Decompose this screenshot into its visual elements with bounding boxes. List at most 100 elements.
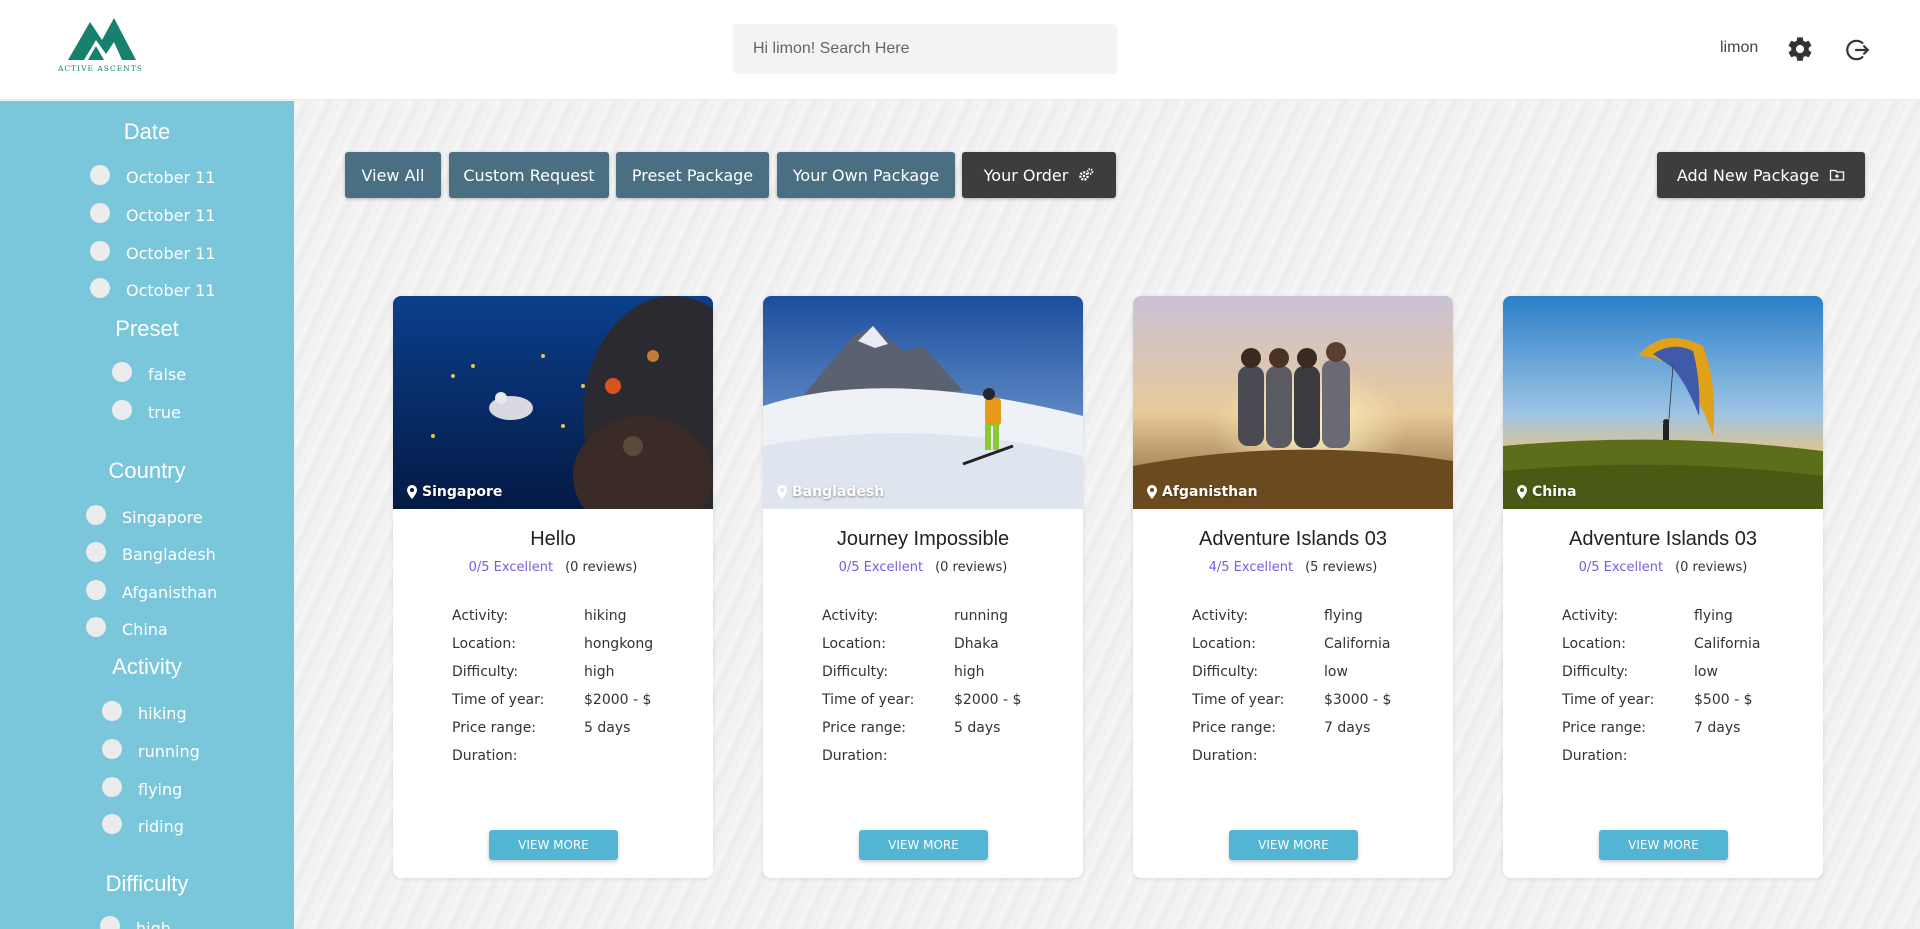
detail-value: $3000 - $	[1324, 692, 1392, 708]
detail-value: California	[1694, 636, 1761, 652]
radio-button[interactable]	[86, 541, 106, 562]
filter-option-date[interactable]: October 11	[90, 277, 215, 300]
folder-plus-icon	[1830, 169, 1845, 181]
filter-option-country[interactable]: China	[86, 616, 168, 639]
card-location: Singapore	[407, 484, 502, 500]
review-count: (0 reviews)	[565, 560, 638, 575]
radio-button[interactable]	[112, 399, 132, 420]
detail-label: Duration:	[452, 748, 518, 764]
rating-score: 0/5 Excellent	[1578, 560, 1664, 575]
detail-value: running	[954, 608, 1009, 624]
radio-button[interactable]	[86, 579, 106, 600]
logout-icon[interactable]	[1844, 37, 1870, 63]
radio-button[interactable]	[86, 616, 106, 637]
detail-value: 7 days	[1694, 720, 1741, 736]
filter-option-activity[interactable]: running	[102, 738, 200, 761]
detail-label: Location:	[1562, 636, 1626, 652]
add-new-package-button[interactable]: Add New Package	[1657, 152, 1865, 198]
radio-button[interactable]	[102, 776, 122, 797]
top-header: ACTIVE ASCENTS limon	[0, 0, 1920, 100]
logo-text: ACTIVE ASCENTS	[58, 64, 143, 73]
rating-score: 4/5 Excellent	[1208, 560, 1294, 575]
gears-icon	[1079, 168, 1094, 181]
detail-label: Duration:	[822, 748, 888, 764]
view-more-button[interactable]: VIEW MORE	[859, 830, 988, 860]
your-own-package-button[interactable]: Your Own Package	[777, 152, 955, 198]
detail-value: 7 days	[1324, 720, 1371, 736]
paragliding-image	[1503, 296, 1823, 509]
detail-label: Time of year:	[452, 692, 545, 708]
detail-value: flying	[1694, 608, 1733, 624]
detail-value: hongkong	[584, 636, 654, 652]
detail-value: hiking	[584, 608, 627, 624]
radio-button[interactable]	[102, 813, 122, 834]
detail-label: Duration:	[1192, 748, 1258, 764]
package-card: China Adventure Islands 03 0/5 Excellent…	[1503, 296, 1823, 878]
card-country: China	[1532, 484, 1577, 500]
detail-label: Difficulty:	[1562, 664, 1629, 680]
filter-sidebar: Date October 11 October 11 October 11 Oc…	[0, 101, 294, 929]
map-pin-icon	[407, 485, 417, 499]
filter-option-difficulty[interactable]: high	[100, 915, 171, 929]
card-title: Adventure Islands 03	[1569, 528, 1757, 550]
detail-label: Price range:	[1192, 720, 1277, 736]
detail-label: Price range:	[822, 720, 907, 736]
detail-value: $500 - $	[1694, 692, 1753, 708]
filter-option-country[interactable]: Afganisthan	[86, 579, 217, 602]
filter-option-preset[interactable]: false	[112, 361, 186, 384]
package-image: Bangladesh	[763, 296, 1083, 509]
radio-button[interactable]	[90, 164, 110, 185]
review-count: (0 reviews)	[935, 560, 1008, 575]
radio-button[interactable]	[102, 700, 122, 721]
card-rating: 0/5 Excellent (0 reviews)	[393, 560, 713, 575]
custom-request-button[interactable]: Custom Request	[449, 152, 609, 198]
filter-option-activity[interactable]: flying	[102, 776, 182, 799]
radio-button[interactable]	[86, 504, 106, 525]
radio-button[interactable]	[100, 915, 120, 929]
view-more-button[interactable]: VIEW MORE	[1599, 830, 1728, 860]
detail-label: Activity:	[452, 608, 509, 624]
detail-value: California	[1324, 636, 1391, 652]
package-card: Bangladesh Journey Impossible 0/5 Excell…	[763, 296, 1083, 878]
radio-button[interactable]	[102, 738, 122, 759]
filter-option-date[interactable]: October 11	[90, 164, 215, 187]
view-more-button[interactable]: VIEW MORE	[489, 830, 618, 860]
detail-label: Time of year:	[822, 692, 915, 708]
filter-option-date[interactable]: October 11	[90, 240, 215, 263]
your-order-button[interactable]: Your Order	[962, 152, 1116, 198]
filter-option-country[interactable]: Bangladesh	[86, 541, 216, 564]
detail-label: Difficulty:	[1192, 664, 1259, 680]
friends-sunset-image	[1133, 296, 1453, 509]
detail-value: 5 days	[954, 720, 1001, 736]
filter-option-country[interactable]: Singapore	[86, 504, 203, 527]
view-more-button[interactable]: VIEW MORE	[1229, 830, 1358, 860]
detail-label: Location:	[822, 636, 886, 652]
filter-option-activity[interactable]: hiking	[102, 700, 187, 723]
card-country: Afganisthan	[1162, 484, 1258, 500]
detail-label: Time of year:	[1192, 692, 1285, 708]
skiing-image	[763, 296, 1083, 509]
username-label[interactable]: limon	[1720, 39, 1758, 57]
gear-icon[interactable]	[1786, 35, 1814, 63]
card-title: Adventure Islands 03	[1199, 528, 1387, 550]
detail-value: low	[1694, 664, 1718, 680]
detail-value: Dhaka	[954, 636, 999, 652]
brand-logo[interactable]: ACTIVE ASCENTS	[56, 14, 146, 78]
mountain-logo-icon	[68, 18, 136, 60]
rating-score: 0/5 Excellent	[838, 560, 924, 575]
radio-button[interactable]	[90, 277, 110, 298]
preset-package-button[interactable]: Preset Package	[616, 152, 769, 198]
review-count: (5 reviews)	[1305, 560, 1378, 575]
search-input[interactable]	[733, 24, 1117, 74]
radio-button[interactable]	[112, 361, 132, 382]
filter-option-activity[interactable]: riding	[102, 813, 184, 836]
radio-button[interactable]	[90, 240, 110, 261]
view-all-button[interactable]: View All	[345, 152, 441, 198]
detail-value: $2000 - $	[584, 692, 652, 708]
filter-option-preset[interactable]: true	[112, 399, 181, 422]
radio-button[interactable]	[90, 202, 110, 223]
filter-option-date[interactable]: October 11	[90, 202, 215, 225]
detail-label: Activity:	[1192, 608, 1249, 624]
map-pin-icon	[777, 485, 787, 499]
review-count: (0 reviews)	[1675, 560, 1748, 575]
